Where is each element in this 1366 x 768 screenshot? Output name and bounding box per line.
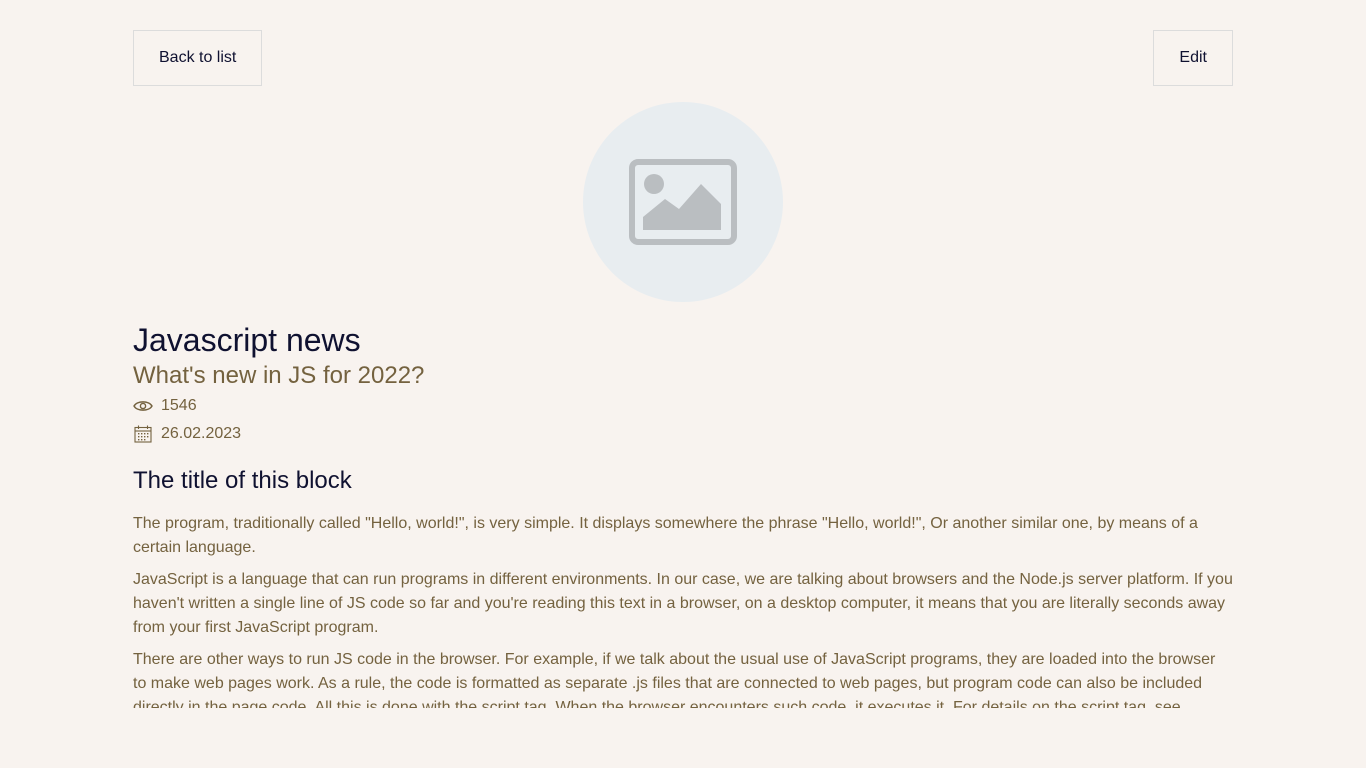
paragraph: The program, traditionally called "Hello…: [133, 515, 1198, 556]
article-subtitle: What's new in JS for 2022?: [133, 362, 425, 389]
back-to-list-button[interactable]: Back to list: [133, 30, 263, 86]
article-image: [583, 102, 783, 302]
paragraph: There are other ways to run JS code in t…: [133, 651, 1216, 708]
image-placeholder-icon: [629, 159, 737, 245]
paragraph: JavaScript is a language that can run pr…: [133, 571, 1233, 636]
date-row: 26.02.2023: [133, 420, 1233, 448]
article-page: Back to list Edit Javascript news What's…: [133, 0, 1233, 708]
block-title: The title of this block: [133, 467, 352, 494]
calendar-icon: [133, 424, 153, 444]
publish-date: 26.02.2023: [161, 425, 242, 442]
article-title: Javascript news: [133, 322, 361, 358]
article-content[interactable]: The program, traditionally called "Hello…: [133, 512, 1233, 708]
edit-button[interactable]: Edit: [1153, 30, 1233, 86]
article-image-wrap: [133, 102, 1233, 302]
eye-icon: [133, 396, 153, 416]
top-bar: Back to list Edit: [133, 30, 1233, 86]
views-row: 1546: [133, 392, 1233, 420]
views-count: 1546: [161, 397, 197, 414]
